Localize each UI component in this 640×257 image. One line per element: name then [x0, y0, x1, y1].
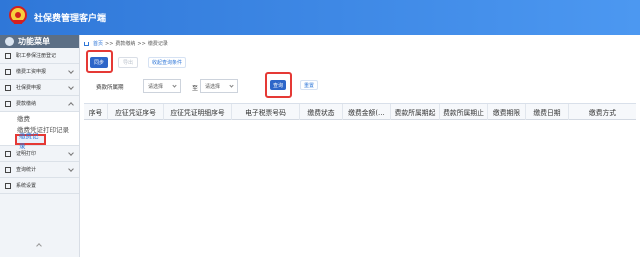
submenu-payment-records[interactable]: 缴费记录 — [15, 132, 46, 150]
column-header: 缴费方式 — [588, 108, 617, 117]
column-header: 缴费状态 — [300, 103, 343, 120]
column-header: 应征凭证序号 — [108, 103, 164, 120]
form-icon — [5, 84, 11, 91]
sidebar-item-certificate-print[interactable]: 证明打印 — [0, 146, 79, 162]
sidebar-item-payment[interactable]: 费款缴纳 — [0, 96, 79, 112]
sync-button[interactable]: 同步 — [90, 57, 108, 68]
user-icon — [5, 68, 11, 75]
column-header: 缴费日期 — [526, 103, 569, 120]
home-icon — [84, 41, 89, 46]
query-button[interactable]: 查询 — [270, 80, 286, 90]
chevron-down-icon — [68, 166, 74, 172]
app-title: 社保费管理客户端 — [34, 14, 107, 24]
breadcrumb-payment[interactable]: 费款缴纳 — [115, 40, 135, 47]
chevron-down-icon — [68, 150, 74, 156]
payment-submenu: 缴费 缴费凭证打印记录 缴费记录 — [0, 112, 79, 150]
breadcrumb-separator: >> — [137, 40, 146, 47]
sidebar-item-social-fee[interactable]: 社保费申报 — [0, 80, 79, 96]
period-from-select[interactable]: 请选择 — [143, 79, 181, 93]
payment-records-table-header: 序号 应征凭证序号 应征凭证明细序号 电子税票号码 缴费状态 缴费金额(… 费款… — [84, 103, 636, 120]
column-header: 缴费期限 — [488, 103, 526, 120]
sidebar-header: 功能菜单 — [0, 35, 79, 48]
sidebar: 功能菜单 职工参保注册登记 缴费工资申报 社保费申报 费款缴纳 缴费 缴费凭证打… — [0, 35, 80, 257]
column-header: 费款所属期止 — [440, 103, 488, 120]
reset-button[interactable]: 重置 — [300, 80, 318, 90]
column-header: 电子税票号码 — [232, 103, 300, 120]
period-range-separator: 至 — [192, 85, 199, 92]
collapse-query-button[interactable]: 收起查询条件 — [148, 57, 186, 68]
chevron-down-icon — [172, 83, 177, 88]
chevron-down-icon — [229, 83, 234, 88]
search-icon — [5, 166, 11, 173]
submenu-payment[interactable]: 缴费 — [17, 112, 79, 123]
document-icon — [5, 52, 11, 59]
breadcrumb-home[interactable]: 首页 — [93, 40, 103, 47]
gear-icon — [5, 37, 14, 46]
column-header: 费款所属期起 — [391, 103, 440, 120]
chevron-down-icon — [68, 68, 74, 74]
column-header: 缴费金额(… — [343, 103, 391, 120]
breadcrumb-separator: >> — [105, 40, 114, 47]
top-header: 社保费管理客户端 — [0, 0, 640, 35]
sidebar-title: 功能菜单 — [18, 37, 50, 46]
settings-icon — [5, 182, 11, 189]
period-to-select[interactable]: 请选择 — [200, 79, 238, 93]
print-icon — [5, 150, 11, 157]
sidebar-item-query-statistics[interactable]: 查询统计 — [0, 162, 79, 178]
chevron-up-icon — [68, 102, 74, 108]
column-header: 序号 — [84, 103, 108, 120]
tax-emblem-icon — [9, 6, 27, 24]
breadcrumb: 首页 >> 费款缴纳 >> 缴费记录 — [84, 39, 168, 48]
collapse-sidebar-button[interactable] — [36, 243, 42, 249]
column-header: 应征凭证明细序号 — [164, 103, 232, 120]
sidebar-item-wage-declaration[interactable]: 缴费工资申报 — [0, 64, 79, 80]
breadcrumb-current: 缴费记录 — [147, 41, 168, 47]
chevron-down-icon — [68, 84, 74, 90]
export-button[interactable]: 导出 — [118, 57, 138, 68]
payment-icon — [5, 100, 11, 107]
sidebar-item-registration[interactable]: 职工参保注册登记 — [0, 48, 79, 64]
sidebar-item-system-settings[interactable]: 系统设置 — [0, 178, 79, 194]
fee-period-label: 费款所属期 — [96, 85, 124, 91]
